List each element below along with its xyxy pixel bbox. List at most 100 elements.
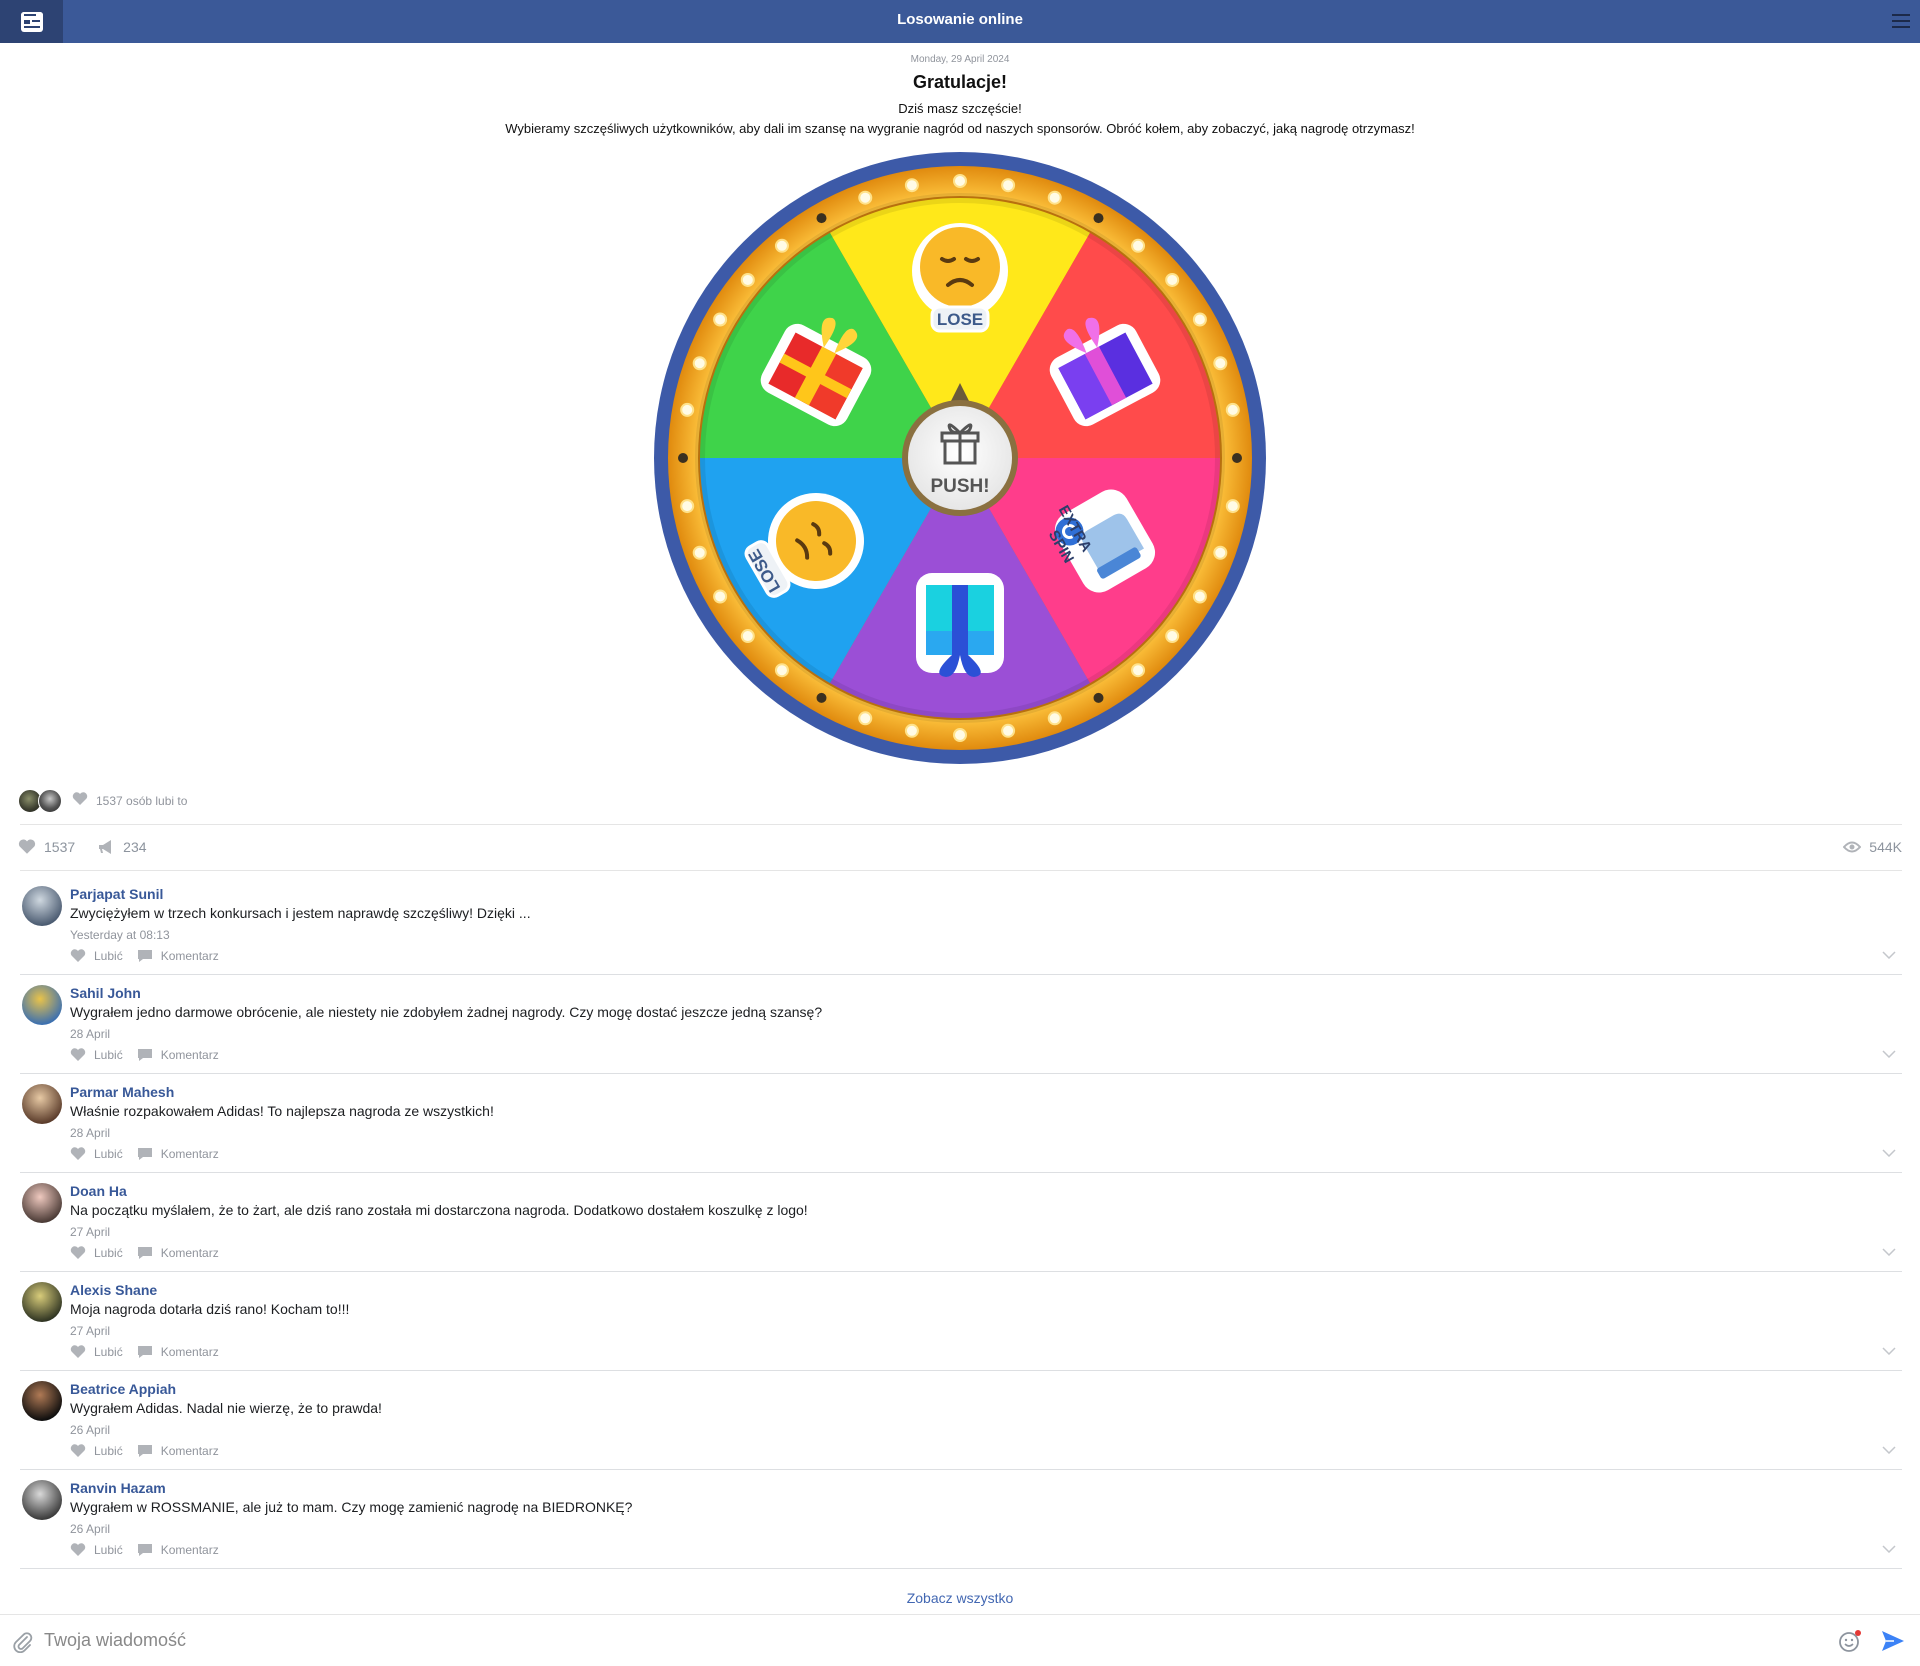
heart-icon [70,1444,86,1457]
chevron-down-icon[interactable] [1882,1144,1896,1162]
comment-like-button[interactable]: Lubić [70,1246,123,1260]
avatar[interactable] [22,1183,62,1223]
wheel-light-bulb [1225,402,1240,417]
wheel-light-bulb [713,589,728,604]
wheel-light-bulb [904,723,919,738]
message-input[interactable] [44,1625,1824,1655]
wheel-light-bulb [1213,545,1228,560]
comment-reply-button[interactable]: Komentarz [137,1444,219,1458]
wheel-light-bulb [1131,663,1146,678]
wheel-light-bulb [816,692,827,703]
comment-label: Komentarz [160,1246,219,1260]
comment-time: Yesterday at 08:13 [70,928,170,942]
views-count: 544K [1843,839,1902,855]
avatar[interactable] [22,1282,62,1322]
comment-text: Moja nagroda dotarła dziś rano! Kocham t… [70,1301,350,1317]
see-all-link[interactable]: Zobacz wszystko [0,1590,1920,1606]
avatar[interactable] [22,985,62,1025]
wheel-light-bulb [1192,312,1207,327]
comment-item: Ranvin Hazam Wygrałem w ROSSMANIE, ale j… [20,1470,1902,1569]
likes-summary: 1537 osób lubi to [18,788,187,814]
comment-label: Komentarz [160,1147,219,1161]
wheel-light-bulb [1001,178,1016,193]
comment-like-button[interactable]: Lubić [70,949,123,963]
prize-wheel[interactable]: LOSE LOSE EXTRA SPIN PUSH! [653,151,1267,765]
chevron-down-icon[interactable] [1882,1540,1896,1558]
send-icon[interactable] [1880,1629,1906,1658]
wheel-light-bulb [904,178,919,193]
hamburger-menu-icon[interactable] [1890,10,1912,32]
post-subtitle: Dziś masz szczęście! [898,101,1022,116]
wheel-light-bulb [680,499,695,514]
wheel-light-bulb [1165,272,1180,287]
avatar[interactable] [22,1381,62,1421]
comment-text: Wygrałem Adidas. Nadal nie wierzę, że to… [70,1400,382,1416]
attachment-icon[interactable] [12,1631,34,1658]
comment-like-button[interactable]: Lubić [70,1345,123,1359]
comment-author[interactable]: Parjapat Sunil [70,886,163,902]
comment-reply-button[interactable]: Komentarz [137,949,219,963]
top-bar: Losowanie online [0,0,1920,43]
emoji-icon[interactable] [1838,1629,1862,1658]
comment-author[interactable]: Beatrice Appiah [70,1381,176,1397]
comment-reply-button[interactable]: Komentarz [137,1543,219,1557]
share-count-button[interactable]: 234 [97,839,147,855]
wheel-light-bulb [1213,356,1228,371]
comment-time: 27 April [70,1225,111,1239]
like-label: Lubić [94,1147,123,1161]
avatar[interactable] [22,1084,62,1124]
comment-like-button[interactable]: Lubić [70,1444,123,1458]
comment-time: 28 April [70,1126,111,1140]
comment-text: Właśnie rozpakowałem Adidas! To najlepsz… [70,1103,494,1119]
comment-author[interactable]: Alexis Shane [70,1282,157,1298]
comment-item: Parmar Mahesh Właśnie rozpakowałem Adida… [20,1074,1902,1173]
chevron-down-icon[interactable] [1882,1243,1896,1261]
speech-bubble-icon [137,950,152,962]
comment-reply-button[interactable]: Komentarz [137,1147,219,1161]
comment-reply-button[interactable]: Komentarz [137,1345,219,1359]
comment-actions: Lubić Komentarz [70,1147,233,1161]
heart-icon [70,949,86,962]
like-label: Lubić [94,949,123,963]
avatar[interactable] [22,886,62,926]
comment-author[interactable]: Sahil John [70,985,141,1001]
avatar[interactable] [22,1480,62,1520]
wheel-light-bulb [953,728,967,742]
chevron-down-icon[interactable] [1882,946,1896,964]
heart-icon [70,1147,86,1160]
wheel-light-bulb [1165,629,1180,644]
like-count: 1537 [44,839,76,855]
comment-actions: Lubić Komentarz [70,949,233,963]
comment-like-button[interactable]: Lubić [70,1147,123,1161]
wheel-light-bulb [1225,499,1240,514]
comment-like-button[interactable]: Lubić [70,1048,123,1062]
comment-author[interactable]: Ranvin Hazam [70,1480,166,1496]
wheel-light-bulb [1093,692,1104,703]
comment-reply-button[interactable]: Komentarz [137,1048,219,1062]
wheel-light-bulb [1047,190,1062,205]
comment-item: Parjapat Sunil Zwyciężyłem w trzech konk… [20,876,1902,975]
comment-reply-button[interactable]: Komentarz [137,1246,219,1260]
wheel-light-bulb [858,711,873,726]
comment-item: Beatrice Appiah Wygrałem Adidas. Nadal n… [20,1371,1902,1470]
comment-time: 27 April [70,1324,111,1338]
comment-item: Doan Ha Na początku myślałem, że to żart… [20,1173,1902,1272]
chevron-down-icon[interactable] [1882,1441,1896,1459]
chevron-down-icon[interactable] [1882,1342,1896,1360]
megaphone-icon [99,840,112,854]
comment-author[interactable]: Doan Ha [70,1183,127,1199]
comment-like-button[interactable]: Lubić [70,1543,123,1557]
speech-bubble-icon [137,1346,152,1358]
comment-actions: Lubić Komentarz [70,1543,233,1557]
eye-icon [1843,841,1862,853]
wheel-light-bulb [740,629,755,644]
wheel-light-bulb [1232,453,1242,463]
wheel-light-bulb [774,238,789,253]
post-description: Wybieramy szczęśliwych użytkowników, aby… [505,121,1415,136]
wheel-light-bulb [713,312,728,327]
comment-author[interactable]: Parmar Mahesh [70,1084,174,1100]
heart-icon [72,791,88,811]
chevron-down-icon[interactable] [1882,1045,1896,1063]
like-count-button[interactable]: 1537 [18,839,75,855]
app-title: Losowanie online [897,11,1023,28]
